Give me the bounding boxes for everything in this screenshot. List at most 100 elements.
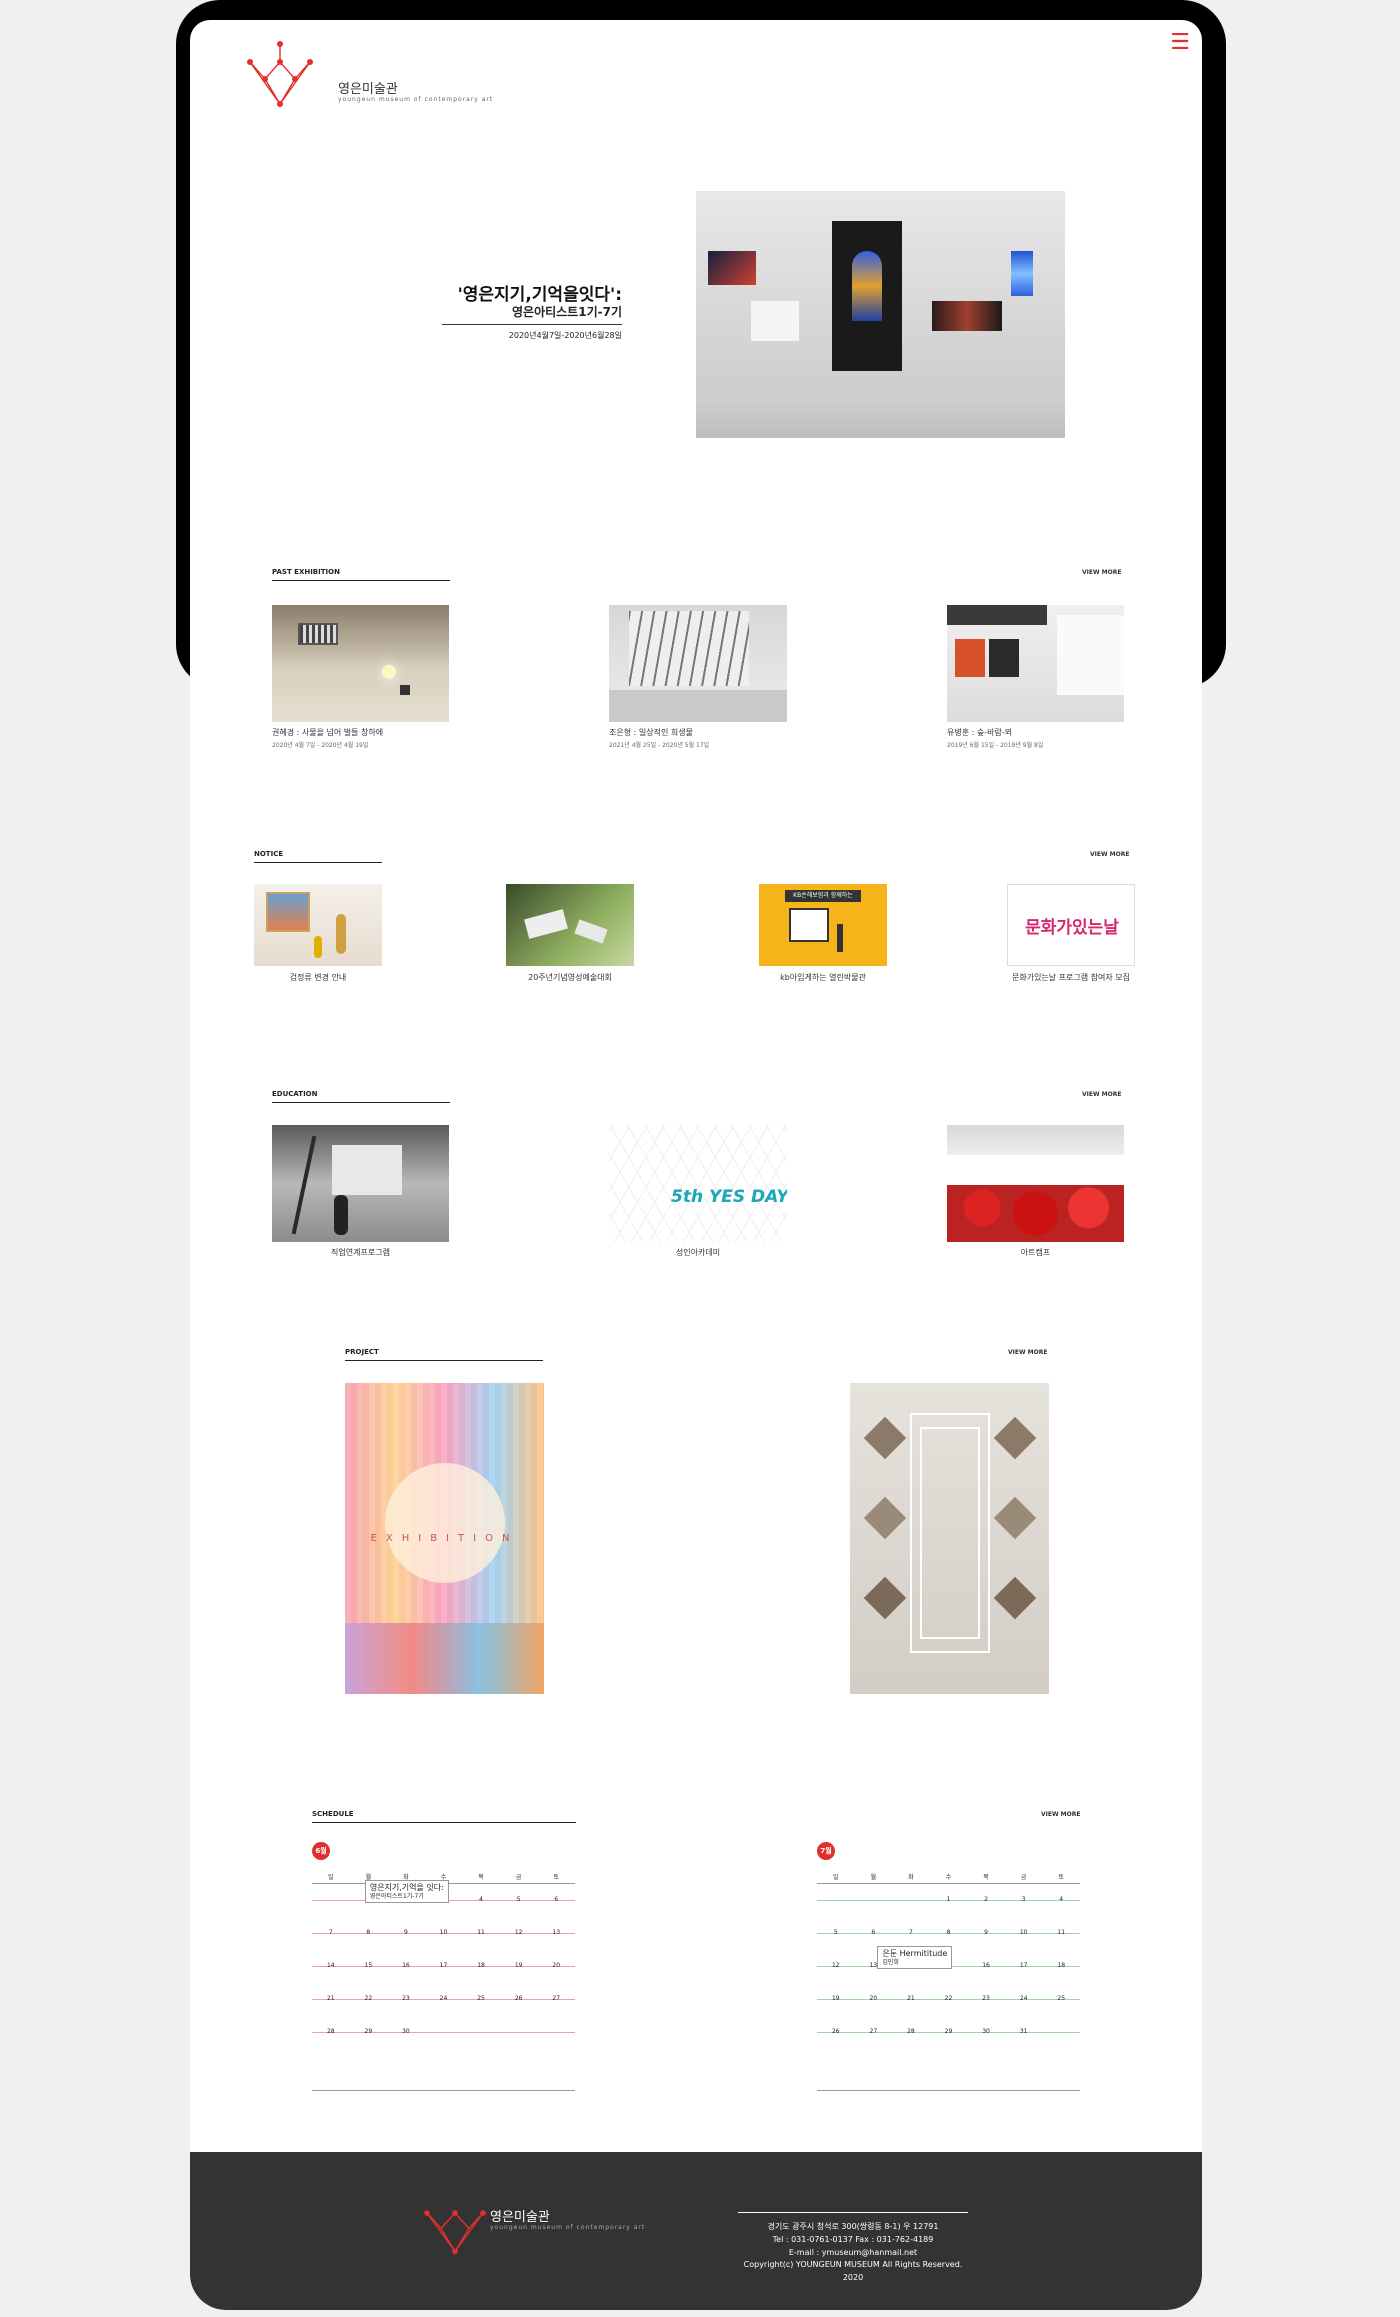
june-badge: 6월 bbox=[312, 1842, 330, 1860]
calendar-day[interactable]: 19 bbox=[513, 1962, 525, 1969]
calendar-day[interactable]: 10 bbox=[438, 1929, 450, 1936]
calendar-day[interactable]: 23 bbox=[980, 1995, 992, 2002]
calendar-day[interactable]: 20 bbox=[867, 1995, 879, 2002]
july-event-popup[interactable]: 은둔 Hermititude 김민희 bbox=[877, 1946, 953, 1969]
education-thumb-3[interactable] bbox=[947, 1125, 1124, 1242]
calendar-day[interactable]: 24 bbox=[438, 1995, 450, 2002]
calendar-day[interactable]: 4 bbox=[1055, 1896, 1067, 1903]
calendar-day[interactable]: 12 bbox=[513, 1929, 525, 1936]
weekday-label: 일 bbox=[328, 1874, 334, 1881]
notice-caption-1[interactable]: 검정류 변경 안내 bbox=[254, 972, 382, 983]
calendar-day[interactable]: 18 bbox=[475, 1962, 487, 1969]
footer-email[interactable]: E-mail : ymuseum@hanmail.net bbox=[738, 2247, 968, 2260]
calendar-day[interactable]: 22 bbox=[362, 1995, 374, 2002]
calendar-day[interactable]: 8 bbox=[362, 1929, 374, 1936]
notice-thumb-1[interactable] bbox=[254, 884, 382, 966]
calendar-day[interactable]: 18 bbox=[1055, 1962, 1067, 1969]
calendar-day[interactable]: 4 bbox=[475, 1896, 487, 1903]
calendar-day[interactable]: 9 bbox=[400, 1929, 412, 1936]
calendar-day[interactable]: 12 bbox=[830, 1962, 842, 1969]
calendar-day[interactable]: 20 bbox=[550, 1962, 562, 1969]
calendar-day[interactable]: 31 bbox=[1018, 2028, 1030, 2035]
calendar-day[interactable]: 19 bbox=[830, 1995, 842, 2002]
project-poster-1[interactable]: EXHIBITION bbox=[345, 1383, 544, 1694]
calendar-day[interactable]: 28 bbox=[905, 2028, 917, 2035]
past-exhibition-thumb-2[interactable] bbox=[609, 605, 787, 722]
calendar-day[interactable]: 29 bbox=[362, 2028, 374, 2035]
schedule-calendar-july: 7월일월화수목금토1234567891011121314151617181920… bbox=[817, 1842, 1080, 2102]
calendar-day[interactable]: 5 bbox=[513, 1896, 525, 1903]
notice-title: NOTICE bbox=[254, 850, 382, 863]
calendar-day[interactable]: 21 bbox=[905, 1995, 917, 2002]
notice-caption-2[interactable]: 20주년기념영성예술대회 bbox=[506, 972, 634, 983]
weekday-label: 수 bbox=[945, 1874, 952, 1881]
notice-view-more[interactable]: VIEW MORE bbox=[1090, 851, 1129, 858]
logo[interactable]: 영은미술관 youngeun museum of contemporary ar… bbox=[230, 34, 492, 114]
footer-logo-subtext: youngeun museum of contemporary art bbox=[490, 2224, 646, 2231]
calendar-day[interactable]: 7 bbox=[325, 1929, 337, 1936]
project-view-more[interactable]: VIEW MORE bbox=[1008, 1349, 1047, 1356]
calendar-day[interactable]: 30 bbox=[400, 2028, 412, 2035]
schedule-view-more[interactable]: VIEW MORE bbox=[1041, 1811, 1080, 1818]
project-poster-2[interactable] bbox=[850, 1383, 1049, 1694]
calendar-day[interactable]: 15 bbox=[362, 1962, 374, 1969]
calendar-day[interactable]: 6 bbox=[867, 1929, 879, 1936]
calendar-day[interactable]: 7 bbox=[905, 1929, 917, 1936]
calendar-day[interactable]: 24 bbox=[1018, 1995, 1030, 2002]
notice-thumb-2[interactable] bbox=[506, 884, 634, 966]
notice-thumb-4[interactable]: 문화가있는날 bbox=[1007, 884, 1135, 966]
calendar-day[interactable]: 6 bbox=[550, 1896, 562, 1903]
education-caption-3[interactable]: 아트캠프 bbox=[947, 1247, 1124, 1258]
calendar-day[interactable]: 30 bbox=[980, 2028, 992, 2035]
calendar-day[interactable]: 11 bbox=[475, 1929, 487, 1936]
calendar-day[interactable]: 26 bbox=[830, 2028, 842, 2035]
calendar-day[interactable]: 21 bbox=[325, 1995, 337, 2002]
past-exhibition-caption-2[interactable]: 조은형 : 일상적인 희생물 2021년 4월 25일 - 2020년 5월 1… bbox=[609, 727, 709, 749]
logo-subtext: youngeun museum of contemporary art bbox=[338, 96, 494, 103]
past-exhibition-caption-1[interactable]: 권혜경 : 사물을 넘어 벌들 창하에 2020년 4월 7일 - 2020년 … bbox=[272, 727, 383, 749]
calendar-day[interactable]: 5 bbox=[830, 1929, 842, 1936]
hero-subtitle: 영은아티스트1기-7기 bbox=[442, 303, 622, 325]
calendar-day[interactable]: 3 bbox=[1018, 1896, 1030, 1903]
calendar-day[interactable]: 16 bbox=[980, 1962, 992, 1969]
calendar-day[interactable]: 8 bbox=[943, 1929, 955, 1936]
calendar-day[interactable]: 17 bbox=[438, 1962, 450, 1969]
hero-image[interactable] bbox=[696, 191, 1065, 438]
education-caption-2[interactable]: 성인아카데미 bbox=[609, 1247, 787, 1258]
calendar-day[interactable]: 9 bbox=[980, 1929, 992, 1936]
calendar-day[interactable]: 27 bbox=[867, 2028, 879, 2035]
calendar-day[interactable]: 22 bbox=[943, 1995, 955, 2002]
past-exhibition-thumb-3[interactable] bbox=[947, 605, 1124, 722]
calendar-day[interactable]: 23 bbox=[400, 1995, 412, 2002]
notice-caption-3[interactable]: kb아임게하는 열린박물관 bbox=[759, 972, 887, 983]
event-popup-subtitle: 김민희 bbox=[882, 1958, 899, 1966]
calendar-day[interactable]: 16 bbox=[400, 1962, 412, 1969]
calendar-day[interactable]: 1 bbox=[943, 1896, 955, 1903]
calendar-day[interactable]: 27 bbox=[550, 1995, 562, 2002]
event-bar bbox=[312, 2032, 575, 2033]
education-view-more[interactable]: VIEW MORE bbox=[1082, 1091, 1121, 1098]
calendar-day[interactable]: 26 bbox=[513, 1995, 525, 2002]
calendar-day[interactable]: 13 bbox=[550, 1929, 562, 1936]
june-event-popup[interactable]: 영은지기,기억을 잇다: 영은아티스트1기-7기 bbox=[364, 1880, 449, 1903]
calendar-day[interactable]: 14 bbox=[325, 1962, 337, 1969]
calendar-day[interactable]: 17 bbox=[1018, 1962, 1030, 1969]
calendar-day[interactable]: 28 bbox=[325, 2028, 337, 2035]
education-caption-1[interactable]: 직업연계프로그램 bbox=[272, 1247, 449, 1258]
education-thumb-1[interactable] bbox=[272, 1125, 449, 1242]
calendar-day[interactable]: 25 bbox=[1055, 1995, 1067, 2002]
hamburger-menu-icon[interactable]: ☰ bbox=[1170, 32, 1190, 54]
past-exhibition-view-more[interactable]: VIEW MORE bbox=[1082, 569, 1121, 576]
calendar-day[interactable]: 10 bbox=[1018, 1929, 1030, 1936]
calendar-day[interactable]: 25 bbox=[475, 1995, 487, 2002]
calendar-day[interactable]: 29 bbox=[943, 2028, 955, 2035]
project-title: PROJECT bbox=[345, 1348, 543, 1361]
past-exhibition-thumb-1[interactable] bbox=[272, 605, 449, 722]
calendar-day[interactable]: 2 bbox=[980, 1896, 992, 1903]
past-exhibition-caption-3[interactable]: 유병훈 : 숲-바람-뫼 2019년 6월 15일 - 2019년 9월 8일 bbox=[947, 727, 1043, 749]
calendar-day[interactable]: 11 bbox=[1055, 1929, 1067, 1936]
notice-caption-4[interactable]: 문화가있는날 프로그램 참여자 모집 bbox=[980, 972, 1162, 983]
past-exhibition-title-2: 조은형 : 일상적인 희생물 bbox=[609, 728, 693, 737]
education-thumb-2[interactable]: 5th YES DAY bbox=[609, 1125, 787, 1242]
notice-thumb-3[interactable]: KB손해보험과 함께하는 bbox=[759, 884, 887, 966]
